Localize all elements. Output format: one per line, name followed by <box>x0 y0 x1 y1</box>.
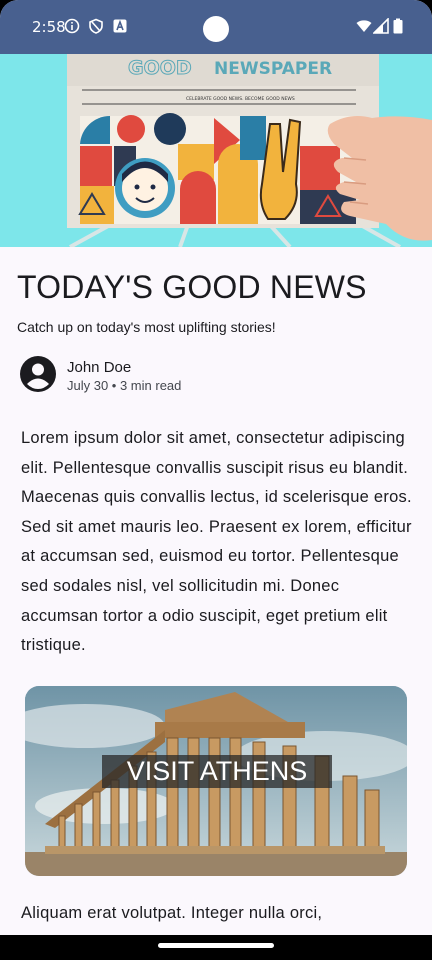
wifi-icon <box>356 20 372 32</box>
masthead-newspaper: NEWSPAPER <box>214 59 332 79</box>
article-body: Lorem ipsum dolor sit amet, consectetur … <box>21 429 412 655</box>
card-label: VISIT ATHENS <box>126 756 308 786</box>
article-meta: July 30 • 3 min read <box>67 378 182 393</box>
front-camera <box>203 16 229 42</box>
author-name: John Doe <box>67 359 132 376</box>
app-screen: 2:58 GOOD NEWSPAPER CELEBRATE GOOD NEWS.… <box>0 0 432 960</box>
hero-image: GOOD NEWSPAPER CELEBRATE GOOD NEWS. BECO… <box>0 54 432 247</box>
a-badge-icon <box>113 19 127 33</box>
battery-icon <box>393 18 403 34</box>
page-subtitle: Catch up on today's most uplifting stori… <box>17 319 276 335</box>
signal-icon <box>373 18 389 34</box>
home-gesture-handle[interactable] <box>158 943 274 948</box>
shield-icon <box>89 18 103 34</box>
visit-athens-card[interactable]: VISIT ATHENS <box>25 686 407 876</box>
status-bar: 2:58 <box>0 0 432 54</box>
newspaper-illustration: GOOD NEWSPAPER CELEBRATE GOOD NEWS. BECO… <box>0 54 432 247</box>
status-time: 2:58 <box>32 18 66 36</box>
article-body-continued: Aliquam erat volutpat. Integer nulla orc… <box>21 904 323 922</box>
card-label-box: VISIT ATHENS <box>102 755 332 788</box>
system-nav-bar <box>0 935 432 960</box>
info-icon <box>64 18 80 34</box>
avatar-icon <box>20 356 56 392</box>
page-title: TODAY'S GOOD NEWS <box>17 269 367 305</box>
masthead-good: GOOD <box>128 57 192 79</box>
newspaper-strip: CELEBRATE GOOD NEWS. BECOME GOOD NEWS <box>186 96 295 102</box>
